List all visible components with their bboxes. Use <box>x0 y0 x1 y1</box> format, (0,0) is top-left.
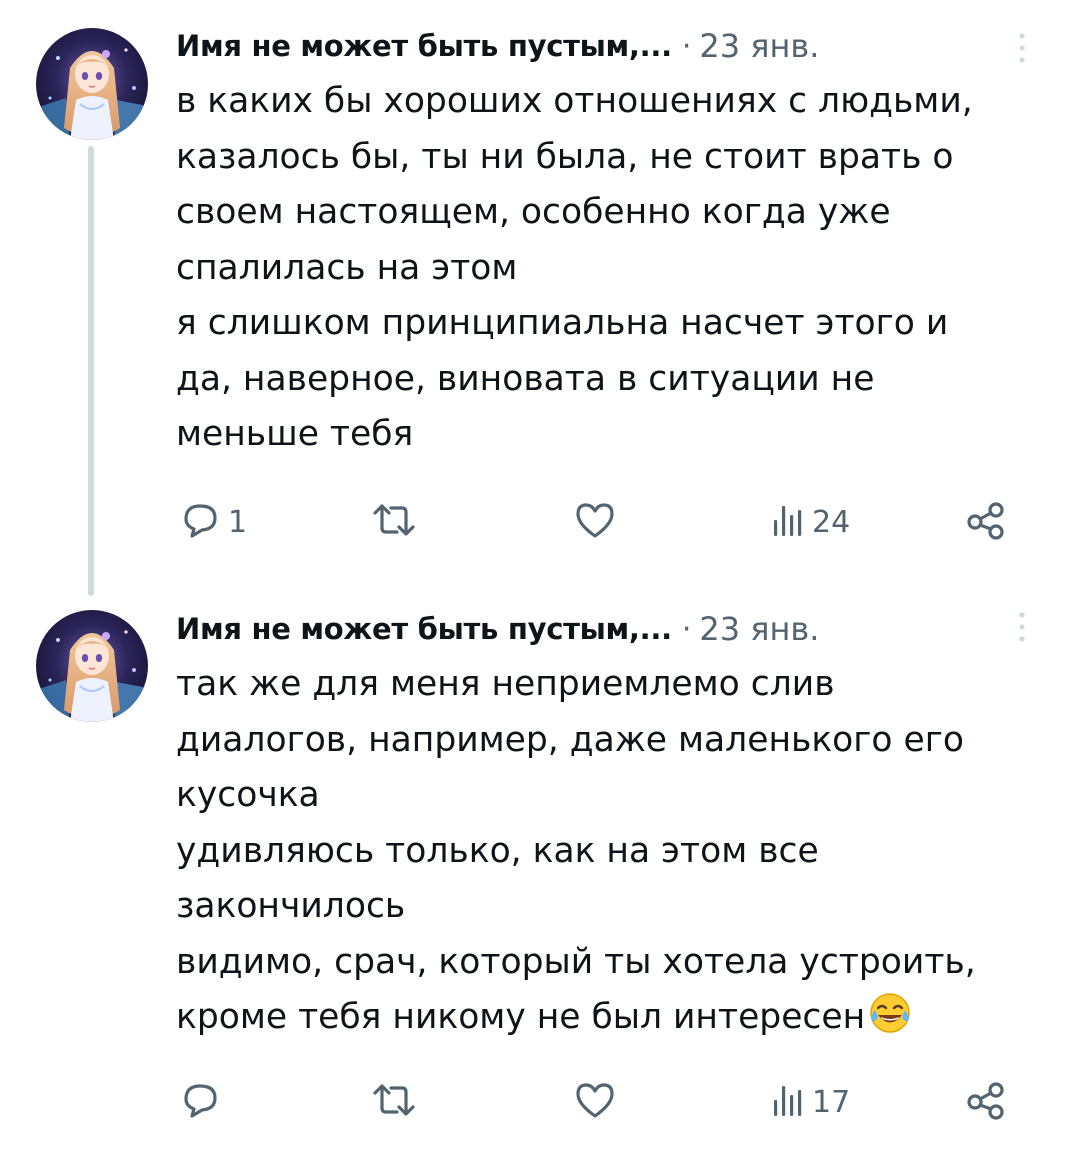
timestamp[interactable]: 23 янв. <box>699 27 819 65</box>
heart-icon <box>572 1078 618 1126</box>
tweet-text: так же для меня неприемлемо слив диалого… <box>176 657 1056 1046</box>
reply-button[interactable]: 1 <box>178 500 247 544</box>
more-icon[interactable] <box>1016 30 1028 66</box>
more-icon[interactable] <box>1016 609 1028 645</box>
tweet-header: Имя не может быть пустым,... · 23 янв. <box>176 24 819 68</box>
text-line: спалилась на этом <box>176 247 518 288</box>
retweet-button[interactable] <box>370 500 424 544</box>
share-button[interactable] <box>964 500 1008 544</box>
retweet-button[interactable] <box>370 1080 424 1124</box>
face-with-tears-of-joy-icon <box>869 992 911 1034</box>
text-line: кусочка <box>176 775 320 815</box>
views-icon <box>770 498 806 546</box>
tweet[interactable]: Имя не может быть пустым,... · 23 янв. т… <box>0 585 1078 1145</box>
retweet-icon <box>370 498 418 546</box>
reply-button[interactable] <box>178 1080 228 1124</box>
reply-count: 1 <box>228 504 248 540</box>
text-line: удивляюсь только, как на этом все <box>176 830 819 871</box>
text-line: закончилось <box>176 886 406 926</box>
tweet-text: в каких бы хороших отношениях с людьми, … <box>176 74 1056 463</box>
action-bar: 17 <box>0 1072 1078 1132</box>
action-bar: 1 24 <box>0 492 1078 552</box>
share-button[interactable] <box>964 1080 1008 1124</box>
share-icon <box>964 1078 1008 1126</box>
tweet-header: Имя не может быть пустым,... · 23 янв. <box>176 607 819 651</box>
views-icon <box>770 1078 806 1126</box>
author-name[interactable]: Имя не может быть пустым,... <box>176 612 672 646</box>
views-button[interactable]: 24 <box>770 500 850 544</box>
views-button[interactable]: 17 <box>770 1080 850 1124</box>
author-name[interactable]: Имя не может быть пустым,... <box>176 29 672 63</box>
avatar[interactable] <box>36 610 148 722</box>
tweet[interactable]: Имя не может быть пустым,... · 23 янв. в… <box>0 0 1078 596</box>
text-line: диалогов, например, даже маленького его <box>176 719 964 760</box>
view-count: 24 <box>812 504 851 540</box>
reply-icon <box>178 498 222 546</box>
like-button[interactable] <box>572 1080 624 1124</box>
text-line: меньше тебя <box>176 414 414 454</box>
reply-icon <box>178 1078 222 1126</box>
text-line: кроме тебя никому не был интересен <box>176 997 866 1037</box>
separator: · <box>681 28 692 64</box>
text-line: видимо, срач, который ты хотела устроить… <box>176 941 976 982</box>
text-line-with-emoji: кроме тебя никому не был интересен <box>176 990 1056 1046</box>
avatar[interactable] <box>36 28 148 140</box>
text-line: в каких бы хороших отношениях с людьми, <box>176 81 973 121</box>
view-count: 17 <box>812 1084 851 1120</box>
separator: · <box>681 611 692 647</box>
share-icon <box>964 498 1008 546</box>
timestamp[interactable]: 23 янв. <box>699 610 819 648</box>
heart-icon <box>572 498 618 546</box>
text-line: казалось бы, ты ни была, не стоит врать … <box>176 136 954 177</box>
like-button[interactable] <box>572 500 624 544</box>
retweet-icon <box>370 1078 418 1126</box>
text-line: я слишком принципиальна насчет этого и <box>176 303 949 343</box>
text-line: своем настоящем, особенно когда уже <box>176 192 891 232</box>
text-line: да, наверное, виновата в ситуации не <box>176 358 875 399</box>
text-line: так же для меня неприемлемо слив <box>176 664 835 704</box>
